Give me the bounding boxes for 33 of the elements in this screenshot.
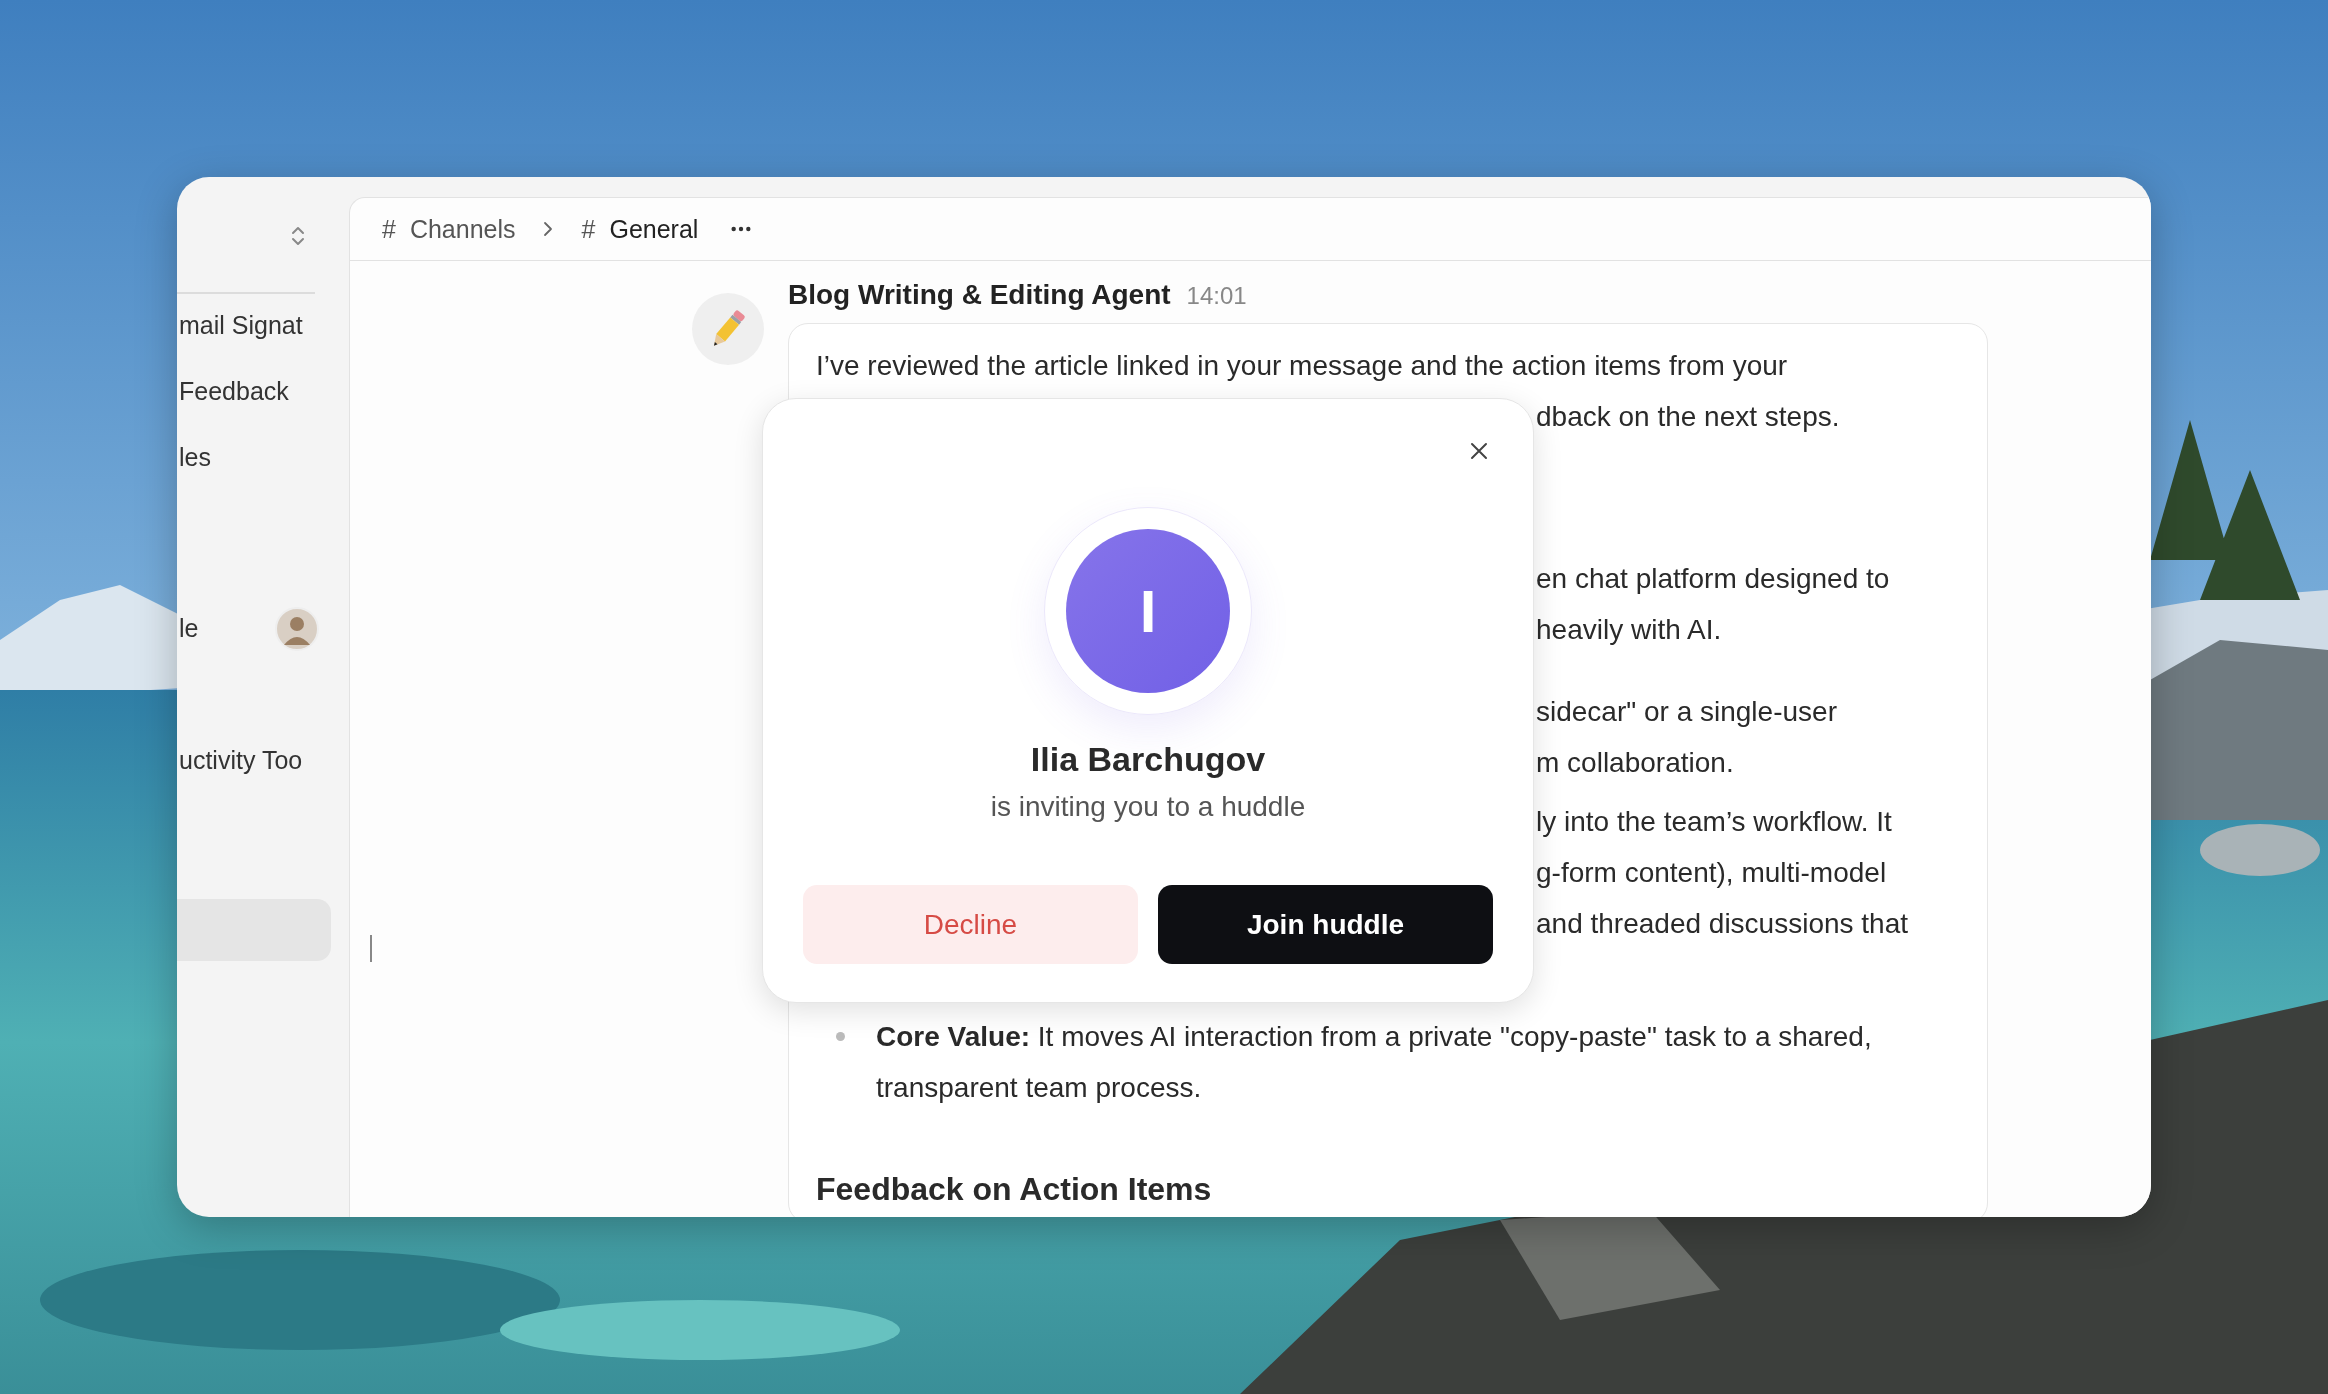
bullet-text: Core Value: It moves AI interaction from a private "copy-paste" task to a shared, transparent team process. [876,1020,1873,1105]
message-text: g-form content), multi-model [1536,857,1887,888]
message-text: I’ve reviewed the article linked in your message and the action items from your [816,349,1789,383]
decline-button[interactable]: Decline [803,885,1138,964]
sidebar-item[interactable]: les [177,443,211,472]
author-name: Blog Writing & Editing Agent [788,279,1171,311]
join-button[interactable]: Join huddle [1158,885,1493,964]
breadcrumb-link[interactable]: General [609,214,699,244]
message-text: sidecar" or a single-user [1536,696,1837,727]
caller-name: Ilia Barchugov [1030,739,1266,780]
sidebar-item[interactable]: le [177,614,199,643]
sidebar-item[interactable]: Feedback [177,377,289,406]
more-icon[interactable] [730,225,753,233]
message-text: and threaded discussions that [1536,908,1909,939]
avatar-icon [275,606,319,651]
message-time: 14:01 [1186,282,1247,310]
message-text: m collaboration. [1536,747,1734,778]
message-text: dback on the next steps. [1536,401,1840,432]
sidebar-item[interactable]: uctivity Too [177,746,303,775]
invite-text: is inviting you to a huddle [990,790,1306,824]
message-text: ly into the team’s workflow. It [1536,806,1892,837]
user-avatar: I [1066,529,1230,693]
bullet-icon [836,1032,845,1041]
text-cursor [370,935,372,962]
sidebar-item[interactable]: mail Signat [177,311,303,340]
message-text: heavily with AI. [1536,614,1722,645]
breadcrumb-link[interactable]: Channels [409,214,516,244]
chevron-right-icon [541,219,554,239]
close-icon [1469,441,1489,461]
hash-icon: # [382,214,396,244]
hash-icon: # [581,214,596,244]
message-text: en chat platform designed to [1536,563,1890,594]
section-heading: Feedback on Action Items [816,1170,1213,1209]
